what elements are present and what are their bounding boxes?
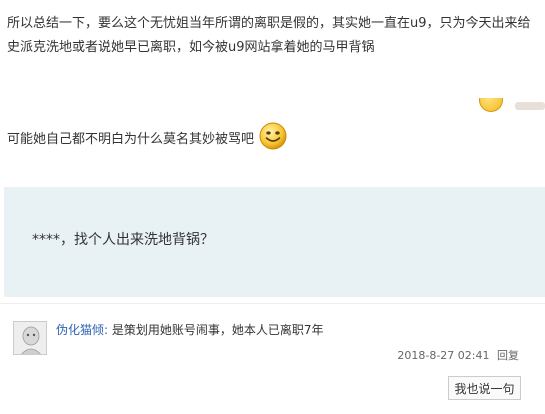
quote-text: ****，找个人出来洗地背锅？ (32, 232, 214, 248)
reply-username[interactable]: 伪化猫倾: (56, 323, 108, 337)
quote-box: ****，找个人出来洗地背锅？ (4, 187, 545, 297)
post-paragraph-line-2: 史派克洗地或者说她早已离职，如今被u9网站拿着她的马甲背锅 (7, 40, 375, 55)
avatar[interactable] (13, 321, 47, 355)
reply-button[interactable]: 回复 (497, 349, 519, 362)
say-something-button[interactable]: 我也说一句 (448, 376, 521, 400)
post-line-text: 可能她自己都不明白为什么莫名其妙被骂吧 (7, 132, 255, 147)
reply-line: 伪化猫倾: 是策划用她账号闹事，她本人已离职7年 (56, 322, 324, 338)
smiley-emoji-icon (258, 121, 288, 151)
reply-meta: 2018-8-27 02:41 回复 (397, 347, 519, 363)
post-line: 可能她自己都不明白为什么莫名其妙被骂吧 (7, 122, 288, 152)
comment-thread: 所以总结一下，要么这个无忧姐当年所谓的离职是假的，其实她一直在u9，只为今天出来… (0, 0, 545, 414)
partial-emoji-icon-2 (515, 102, 545, 110)
post-paragraph: 所以总结一下，要么这个无忧姐当年所谓的离职是假的，其实她一直在u9，只为今天出来… (7, 12, 542, 60)
post-paragraph-line-1: 所以总结一下，要么这个无忧姐当年所谓的离职是假的，其实她一直在u9，只为今天出来… (7, 16, 531, 31)
reply-content: 是策划用她账号闹事，她本人已离职7年 (108, 323, 324, 337)
partial-emoji-icon (479, 98, 503, 112)
reply-timestamp: 2018-8-27 02:41 (397, 349, 490, 362)
divider (0, 303, 545, 304)
